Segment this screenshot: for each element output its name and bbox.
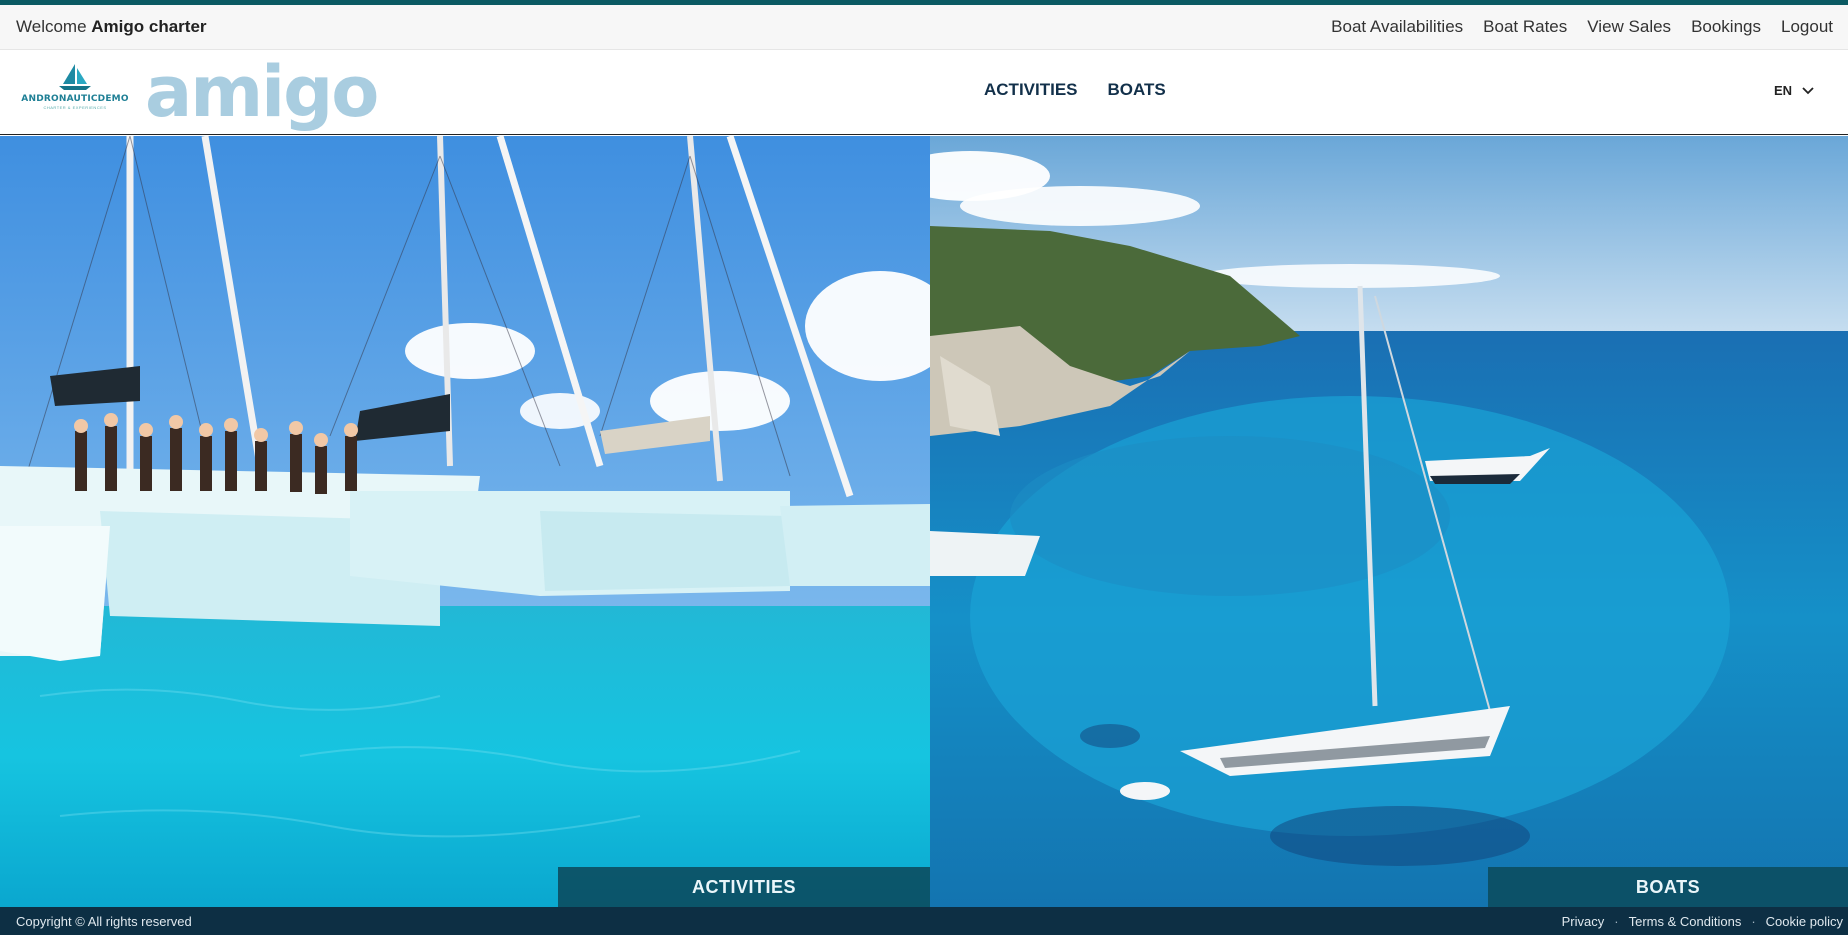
link-view-sales[interactable]: View Sales [1587, 17, 1671, 37]
catamarans-photo [0, 136, 930, 907]
brand-badge-logo[interactable]: ANDRONAUTICDEMO CHARTER & EXPERIENCES [21, 62, 129, 118]
link-bookings[interactable]: Bookings [1691, 17, 1761, 37]
language-selector[interactable]: EN [1774, 83, 1814, 98]
brand-badge-subtext: CHARTER & EXPERIENCES [43, 105, 107, 110]
activities-panel-label[interactable]: ACTIVITIES [558, 867, 930, 907]
welcome-message: Welcome Amigo charter [16, 17, 207, 37]
top-utility-bar: Welcome Amigo charter Boat Availabilitie… [0, 5, 1848, 50]
link-boat-availabilities[interactable]: Boat Availabilities [1331, 17, 1463, 37]
footer-separator: · [1614, 913, 1619, 929]
sailboat-bay-photo [930, 136, 1848, 907]
boats-panel[interactable]: BOATS [930, 136, 1848, 907]
activities-panel[interactable]: ACTIVITIES [0, 136, 930, 907]
chevron-down-icon [1802, 86, 1814, 94]
boats-panel-label[interactable]: BOATS [1488, 867, 1848, 907]
copyright-text: Copyright © All rights reserved [16, 913, 192, 929]
footer: Copyright © All rights reserved Privacy … [0, 907, 1848, 935]
welcome-user-name: Amigo charter [91, 17, 207, 36]
brand-wordmark[interactable]: amigo [145, 52, 379, 132]
footer-link-terms[interactable]: Terms & Conditions [1629, 914, 1742, 929]
footer-separator: · [1751, 913, 1756, 929]
account-links: Boat Availabilities Boat Rates View Sale… [1331, 17, 1833, 37]
nav-boats[interactable]: BOATS [1108, 80, 1166, 100]
brand-badge-text: ANDRONAUTICDEMO [21, 94, 129, 104]
footer-links: Privacy · Terms & Conditions · Cookie po… [1562, 914, 1843, 929]
welcome-prefix: Welcome [16, 17, 87, 36]
nav-activities[interactable]: ACTIVITIES [984, 80, 1078, 100]
footer-link-cookie-policy[interactable]: Cookie policy [1766, 914, 1843, 929]
main-nav: ACTIVITIES BOATS [984, 80, 1166, 100]
language-code: EN [1774, 83, 1793, 98]
main-header: ANDRONAUTICDEMO CHARTER & EXPERIENCES am… [0, 50, 1848, 135]
link-boat-rates[interactable]: Boat Rates [1483, 17, 1567, 37]
footer-link-privacy[interactable]: Privacy [1562, 914, 1605, 929]
sailboat-logo-icon [59, 64, 91, 90]
link-logout[interactable]: Logout [1781, 17, 1833, 37]
